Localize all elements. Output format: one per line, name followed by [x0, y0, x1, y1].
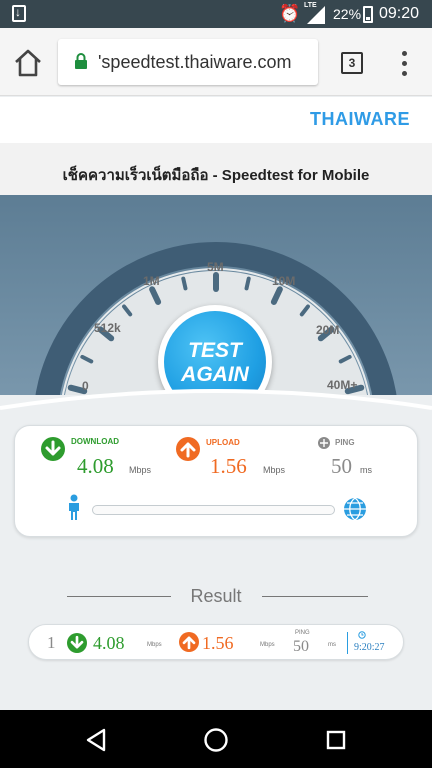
ping-value: 50 [331, 454, 352, 478]
gauge-label-20m: 20M [316, 323, 339, 337]
recents-icon[interactable] [326, 730, 346, 750]
gauge-tick [181, 276, 188, 291]
panel-curve [0, 389, 432, 420]
status-clock: 09:20 [379, 5, 420, 22]
home-icon[interactable] [12, 48, 44, 78]
result-divider-right [262, 596, 368, 597]
upload-value: 1.56 [210, 454, 247, 478]
result-download-icon [67, 633, 87, 653]
result-index: 1 [47, 633, 56, 652]
lock-icon [75, 53, 87, 69]
back-icon[interactable] [85, 728, 107, 752]
upload-label: UPLOAD [206, 438, 240, 447]
download-value: 4.08 [77, 454, 114, 478]
ping-label: PING [335, 438, 355, 447]
home-icon[interactable] [203, 727, 229, 753]
result-time: 9:20:27 [354, 642, 385, 653]
result-upload-value: 1.56 [202, 633, 234, 653]
result-download-value: 4.08 [93, 633, 125, 653]
overflow-menu-icon[interactable] [394, 50, 414, 78]
signal-icon [307, 6, 325, 24]
site-header: THAIWARE [0, 97, 432, 143]
ping-unit: ms [360, 465, 372, 475]
download-label: DOWNLOAD [71, 437, 119, 446]
url-bar[interactable]: 'speedtest.thaiware.com [58, 39, 318, 85]
result-separator [347, 632, 348, 654]
battery-percent: 22% [333, 6, 362, 22]
download-icon [41, 437, 65, 461]
title-strip: เช็คความเร็วเน็ตมือถือ - Speedtest for M… [0, 143, 432, 195]
result-upload-unit: Mbps [260, 642, 275, 648]
ping-icon [318, 437, 330, 449]
gauge-label-10m: 10M [272, 274, 295, 288]
gauge-label-1m: 1M [143, 274, 160, 288]
speed-results-card: DOWNLOAD 4.08 Mbps UPLOAD 1.56 Mbps PING… [14, 425, 418, 537]
browser-toolbar: 'speedtest.thaiware.com 3 [0, 28, 432, 96]
gauge-tick [244, 276, 251, 291]
globe-icon [344, 497, 366, 521]
clock-icon [358, 631, 366, 639]
result-upload-icon [179, 632, 199, 652]
upload-icon [176, 437, 200, 461]
result-ping-label: PING [295, 630, 310, 636]
test-again-label-line1: TEST [188, 339, 242, 362]
download-notification-icon [12, 5, 26, 22]
test-progress-bar [92, 505, 335, 515]
result-row: 1 4.08 Mbps 1.56 Mbps PING 50 ms 9:20:27 [28, 624, 404, 660]
person-icon [69, 494, 79, 520]
battery-icon [363, 6, 373, 23]
download-unit: Mbps [129, 465, 152, 475]
result-download-unit: Mbps [147, 642, 162, 648]
thaiware-logo[interactable]: THAIWARE [310, 109, 410, 130]
gauge-label-5m: 5M [207, 260, 224, 274]
result-ping-unit: ms [328, 642, 336, 648]
url-text: 'speedtest.thaiware.com [98, 52, 292, 72]
result-ping-value: 50 [293, 638, 309, 655]
upload-unit: Mbps [263, 465, 286, 475]
gauge-label-512k: 512k [94, 321, 121, 335]
android-nav-bar [0, 710, 432, 768]
tab-switcher-button[interactable]: 3 [341, 52, 363, 74]
page-title: เช็คความเร็วเน็ตมือถือ - Speedtest for M… [62, 167, 370, 184]
alarm-icon: ⏰ [279, 4, 301, 23]
status-bar: ⏰ LTE 22% 09:20 [0, 0, 432, 28]
